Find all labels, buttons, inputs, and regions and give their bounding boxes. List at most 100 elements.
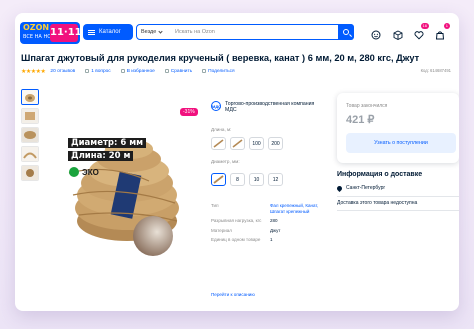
spec-row: Материал Джут	[211, 228, 331, 234]
length-option-100[interactable]: 100	[249, 137, 264, 150]
rope-thumbnail-image	[22, 166, 38, 180]
cart-badge: 1	[443, 23, 450, 29]
seller-logo: МДС	[211, 101, 221, 111]
catalog-button[interactable]: Каталог	[83, 24, 133, 40]
eco-label: ЭКО	[69, 167, 99, 177]
rope-swatch-icon	[232, 139, 243, 148]
thumbnail[interactable]	[21, 89, 39, 105]
length-option-image[interactable]	[230, 137, 245, 150]
product-page-card: OZON ВСЕ НА НОВОЙ 11·11 Каталог Везде Ис…	[15, 13, 459, 311]
divider	[337, 196, 459, 197]
smile-icon	[371, 30, 381, 40]
price-box: Товар закончился 421 ₽ Узнать о поступле…	[337, 93, 459, 163]
ozon-logo[interactable]: OZON ВСЕ НА НОВОЙ 11·11	[20, 22, 80, 44]
eco-text: ЭКО	[82, 167, 99, 177]
thumbnail[interactable]	[21, 184, 39, 192]
length-option-image[interactable]	[211, 137, 226, 150]
delivery-title: Информация о доставке	[337, 171, 423, 178]
image-caption-diameter: Диаметр: 6 мм	[68, 138, 147, 148]
divider	[337, 210, 459, 211]
location-pin-icon	[335, 184, 344, 192]
rope-thumbnail-image	[21, 191, 37, 192]
orders-button[interactable]	[393, 27, 403, 41]
spec-value: 280	[270, 218, 278, 223]
spec-value: 1	[270, 237, 273, 242]
product-meta-row: ★★★★★ 20 отзывов 1 вопрос В избранное Ср…	[21, 67, 245, 75]
bag-icon	[435, 31, 445, 40]
search-input[interactable]: Искать на Ozon	[175, 29, 338, 35]
search-category-label: Везде	[141, 29, 157, 35]
thumbnail[interactable]	[21, 165, 39, 181]
cat-photo-inset	[133, 216, 173, 256]
diameter-option-label: Диаметр, мм:	[211, 159, 240, 164]
rope-thumbnail-image	[22, 90, 38, 104]
search-icon	[343, 29, 349, 35]
rope-thumbnail-image	[22, 109, 38, 123]
favorites-badge: 16	[420, 23, 429, 29]
share-icon	[202, 69, 207, 73]
out-of-stock-label: Товар закончился	[346, 103, 388, 109]
spec-row: Тип Фал крепежный, Канат, Шпагат крепежн…	[211, 203, 331, 214]
compare-label: Сравнить	[170, 68, 193, 74]
leaf-icon	[69, 167, 79, 177]
discount-badge: -31%	[180, 108, 198, 116]
spec-key: Тип	[211, 203, 219, 208]
seller-info[interactable]: МДС Торгово-производственная компания МД…	[211, 101, 325, 113]
favorites-button[interactable]: 16	[414, 23, 429, 40]
questions-link[interactable]: 1 вопрос	[85, 69, 111, 74]
share-label: Поделиться	[208, 68, 235, 74]
main-product-image[interactable]	[49, 103, 203, 263]
seller-name: Торгово-производственная компания МДС	[225, 101, 315, 113]
length-options: 100 200	[211, 137, 283, 150]
rope-thumbnail-image	[22, 128, 38, 142]
heart-icon	[414, 31, 424, 40]
rope-coil-image	[49, 103, 203, 263]
rope-swatch-icon	[213, 139, 224, 148]
search-category-select[interactable]: Везде	[137, 28, 175, 35]
thumbnail[interactable]	[21, 127, 39, 143]
spec-key: Материал	[211, 227, 232, 233]
spec-row: Разрывная нагрузка, кгс 280	[211, 218, 331, 224]
box-icon	[393, 30, 403, 41]
price: 421 ₽	[346, 114, 375, 126]
spec-value[interactable]: Фал крепежный, Канат, Шпагат крепежный	[270, 203, 331, 214]
profile-button[interactable]	[371, 27, 381, 40]
compare-link[interactable]: Сравнить	[164, 68, 193, 74]
diameter-option-12[interactable]: 12	[268, 173, 283, 186]
reviews-link[interactable]: 20 отзывов	[50, 69, 75, 74]
spec-list: Тип Фал крепежный, Канат, Шпагат крепежн…	[211, 203, 331, 247]
image-caption-length: Длина: 20 м	[68, 151, 134, 161]
thumbnail[interactable]	[21, 146, 39, 162]
rope-swatch-icon	[213, 175, 224, 184]
notify-availability-button[interactable]: Узнать о поступлении	[346, 133, 456, 153]
diameter-options: 8 10 12	[211, 173, 283, 186]
rope-thumbnail-image	[22, 147, 38, 161]
search-bar: Везде Искать на Ozon	[136, 24, 354, 40]
share-link[interactable]: Поделиться	[202, 69, 235, 74]
page-title: Шпагат джутовый для рукоделия крученый (…	[21, 53, 420, 63]
diameter-option-8[interactable]: 8	[230, 173, 245, 186]
thumbnail-strip	[21, 89, 39, 195]
catalog-label: Каталог	[99, 29, 121, 35]
spec-value: Джут	[270, 227, 281, 233]
reviews-label: 20 отзывов	[50, 68, 76, 74]
logo-event: 11·11	[50, 24, 80, 42]
cart-button[interactable]: 1	[435, 23, 450, 40]
delivery-unavailable-note: Доставка этого товара недоступна	[337, 200, 418, 206]
search-button[interactable]	[338, 24, 354, 40]
header: OZON ВСЕ НА НОВОЙ 11·11 Каталог Везде Ис…	[15, 13, 459, 51]
length-option-200[interactable]: 200	[268, 137, 283, 150]
delivery-city-selector[interactable]: Санкт-Петербург	[335, 184, 459, 192]
chevron-down-icon	[158, 28, 163, 34]
delivery-city: Санкт-Петербург	[346, 185, 386, 191]
favorites-label: В избранное	[126, 68, 155, 74]
diameter-option-selected[interactable]	[211, 173, 226, 186]
go-to-description-link[interactable]: Перейти к описанию	[211, 292, 255, 297]
thumbnail[interactable]	[21, 108, 39, 124]
logo-text: OZON	[23, 23, 50, 32]
spec-row: Единиц в одном товаре 1	[211, 237, 331, 243]
diameter-option-10[interactable]: 10	[249, 173, 264, 186]
add-to-favorites-link[interactable]: В избранное	[120, 68, 155, 74]
rating-stars: ★★★★★	[21, 68, 46, 75]
product-code: Код: 614687491	[420, 68, 451, 73]
